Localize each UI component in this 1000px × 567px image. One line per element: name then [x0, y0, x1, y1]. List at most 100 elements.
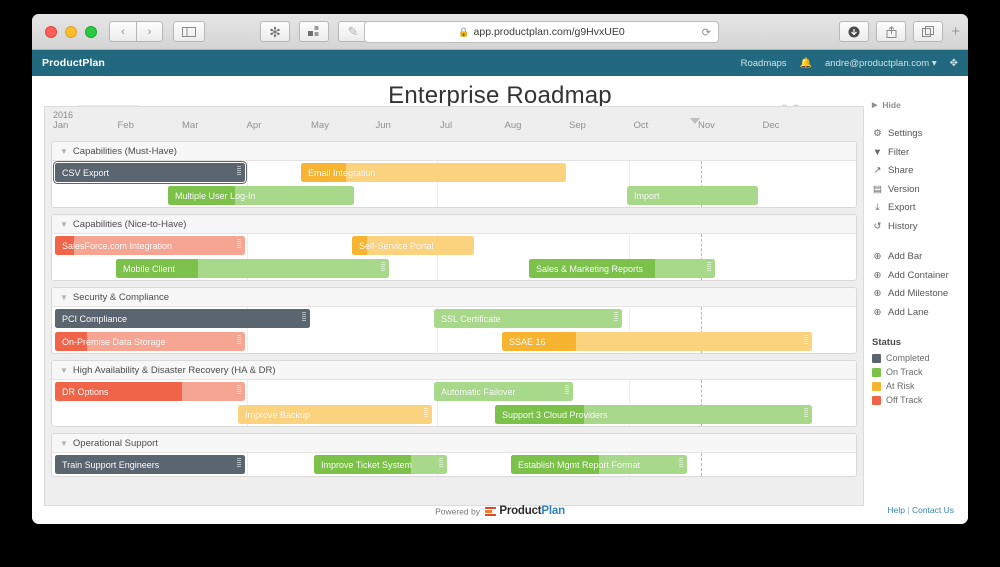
downloads-button[interactable]	[839, 21, 870, 42]
sidebar-item-share[interactable]: ↗ Share	[872, 165, 968, 176]
lane-header[interactable]: ▼ Capabilities (Nice-to-Have)	[52, 215, 856, 234]
sidebar-add-menu: ⊕ Add Bar ⊕ Add Container ⊕ Add Milestone ⊕ Add…	[872, 251, 968, 318]
fullscreen-icon[interactable]: ✥	[950, 58, 958, 69]
roadmap-bar[interactable]: Self-Service Portal	[352, 236, 474, 255]
roadmap-bar[interactable]: DR Options	[55, 382, 245, 401]
show-tabs-button[interactable]	[913, 21, 944, 42]
sidebar-item-export[interactable]: ⤓ Export	[872, 202, 968, 213]
reload-icon[interactable]: ⟳	[702, 26, 711, 39]
back-button[interactable]: ‹	[109, 21, 136, 42]
help-link[interactable]: Help	[888, 505, 905, 515]
address-bar[interactable]: 🔒 app.productplan.com/g9HvxUE0 ⟳	[364, 21, 719, 43]
sidebar-toggle-button[interactable]	[173, 21, 205, 42]
minimize-window-button[interactable]	[65, 25, 77, 38]
app-logo[interactable]: ProductPlan	[42, 57, 105, 69]
bar-resize-handle[interactable]	[439, 458, 443, 468]
chevron-down-icon[interactable]: ▼	[60, 147, 68, 156]
legend-item-completed[interactable]: Completed	[872, 353, 968, 363]
month-label-oct: Oct	[633, 120, 649, 131]
sidebar-item-history[interactable]: ↺ History	[872, 221, 968, 232]
chevron-down-icon[interactable]: ▼	[60, 293, 68, 302]
contact-us-link[interactable]: Contact Us	[912, 505, 954, 515]
roadmap-bar[interactable]: Multiple User Log-In	[168, 186, 354, 205]
lane[interactable]: ▼ High Availability & Disaster Recovery (…	[51, 360, 857, 427]
lane-body: SalesForce.com Integration Self-Service P…	[52, 234, 856, 280]
sidebar-item-add-container[interactable]: ⊕ Add Container	[872, 270, 968, 281]
notifications-bell-icon[interactable]: 🔔	[800, 58, 812, 69]
bar-resize-handle[interactable]	[237, 166, 241, 176]
bar-resize-handle[interactable]	[302, 312, 306, 322]
bar-resize-handle[interactable]	[237, 458, 241, 468]
bar-resize-handle[interactable]	[565, 385, 569, 395]
roadmap-bar[interactable]: Establish Mgmt Report Format	[511, 455, 687, 474]
sidebar-item-filter[interactable]: ▼ Filter	[872, 147, 968, 158]
link-separator: |	[907, 505, 910, 515]
browser-titlebar: ‹ › ✻ ✎ 🔒 app.productplan.com/g9HvxUE0 ⟳…	[32, 14, 968, 50]
sidebar-item-add-milestone[interactable]: ⊕ Add Milestone	[872, 288, 968, 299]
bar-resize-handle[interactable]	[804, 408, 808, 418]
today-marker-triangle	[690, 118, 700, 124]
roadmap-bar[interactable]: Improve Ticket System	[314, 455, 447, 474]
maximize-window-button[interactable]	[85, 25, 97, 38]
bar-resize-handle[interactable]	[237, 239, 241, 249]
sidebar-item-version[interactable]: ▤ Version	[872, 184, 968, 195]
legend-item-at-risk[interactable]: At Risk	[872, 381, 968, 391]
lane-header[interactable]: ▼ Operational Support	[52, 434, 856, 453]
roadmap-bar[interactable]: PCI Compliance	[55, 309, 310, 328]
extensions-button[interactable]: ✻	[260, 21, 290, 42]
bar-resize-handle[interactable]	[679, 458, 683, 468]
browser-window: ‹ › ✻ ✎ 🔒 app.productplan.com/g9HvxUE0 ⟳…	[32, 14, 968, 524]
bar-resize-handle[interactable]	[381, 262, 385, 272]
bar-resize-handle[interactable]	[707, 262, 711, 272]
roadmap-bar[interactable]: On-Premise Data Storage	[55, 332, 245, 351]
pencil-icon: ✎	[347, 24, 359, 39]
roadmap-bar[interactable]: Mobile Client	[116, 259, 389, 278]
lane-header[interactable]: ▼ High Availability & Disaster Recovery (…	[52, 361, 856, 380]
roadmap-bar[interactable]: Automatic Failover	[434, 382, 573, 401]
add-bar-icon: ⊕	[873, 251, 882, 262]
grid-view-button[interactable]	[299, 21, 329, 42]
roadmap-bar[interactable]: SSAE 16	[502, 332, 812, 351]
share-button[interactable]	[876, 21, 907, 42]
lane[interactable]: ▼ Operational Support Train Support Engine…	[51, 433, 857, 477]
sidebar-item-settings[interactable]: ⚙ Settings	[872, 128, 968, 139]
chevron-down-icon[interactable]: ▼	[60, 439, 68, 448]
roadmap-bar[interactable]: SalesForce.com Integration	[55, 236, 245, 255]
new-tab-button[interactable]: +	[951, 23, 960, 40]
forward-button[interactable]: ›	[136, 21, 163, 42]
footer-links: Help | Contact Us	[888, 505, 955, 515]
sidebar-item-add-lane[interactable]: ⊕ Add Lane	[872, 307, 968, 318]
chevron-down-icon[interactable]: ▼	[60, 366, 68, 375]
roadmap-bar[interactable]: Import	[627, 186, 758, 205]
month-label-sep: Sep	[569, 120, 586, 131]
download-icon	[848, 26, 860, 37]
legend-item-off-track[interactable]: Off Track	[872, 395, 968, 405]
close-window-button[interactable]	[45, 25, 57, 38]
bar-resize-handle[interactable]	[237, 335, 241, 345]
bar-resize-handle[interactable]	[424, 408, 428, 418]
bar-label: CSV Export	[62, 167, 110, 178]
hide-panel-button[interactable]: ▶ Hide	[872, 100, 968, 110]
roadmap-bar[interactable]: Train Support Engineers	[55, 455, 245, 474]
bar-resize-handle[interactable]	[804, 335, 808, 345]
lane-header[interactable]: ▼ Capabilities (Must-Have)	[52, 142, 856, 161]
roadmap-bar[interactable]: Sales & Marketing Reports	[529, 259, 715, 278]
roadmap-bar[interactable]: CSV Export	[55, 163, 245, 182]
chevron-down-icon[interactable]: ▼	[60, 220, 68, 229]
roadmap-bar[interactable]: Email Integration	[301, 163, 566, 182]
roadmap-bar[interactable]: Improve Backup	[238, 405, 432, 424]
timeline-months: Jan Feb Mar Apr May Jun Jul Aug Sep Oct Nov Dec	[53, 120, 863, 134]
lane[interactable]: ▼ Capabilities (Must-Have) CSV Export Email…	[51, 141, 857, 208]
account-menu[interactable]: andre@productplan.com ▾	[825, 58, 937, 69]
legend-item-on-track[interactable]: On Track	[872, 367, 968, 377]
bar-resize-handle[interactable]	[614, 312, 618, 322]
roadmap-bar[interactable]: Support 3 Cloud Providers	[495, 405, 812, 424]
roadmap-bar[interactable]: SSL Certificate	[434, 309, 622, 328]
roadmaps-link[interactable]: Roadmaps	[741, 58, 787, 69]
lane[interactable]: ▼ Capabilities (Nice-to-Have) SalesForce.c…	[51, 214, 857, 281]
lane[interactable]: ▼ Security & Compliance PCI Compliance SSL …	[51, 287, 857, 354]
sidebar-item-label: Add Bar	[888, 251, 923, 262]
lane-header[interactable]: ▼ Security & Compliance	[52, 288, 856, 307]
sidebar-item-add-bar[interactable]: ⊕ Add Bar	[872, 251, 968, 262]
bar-resize-handle[interactable]	[237, 385, 241, 395]
